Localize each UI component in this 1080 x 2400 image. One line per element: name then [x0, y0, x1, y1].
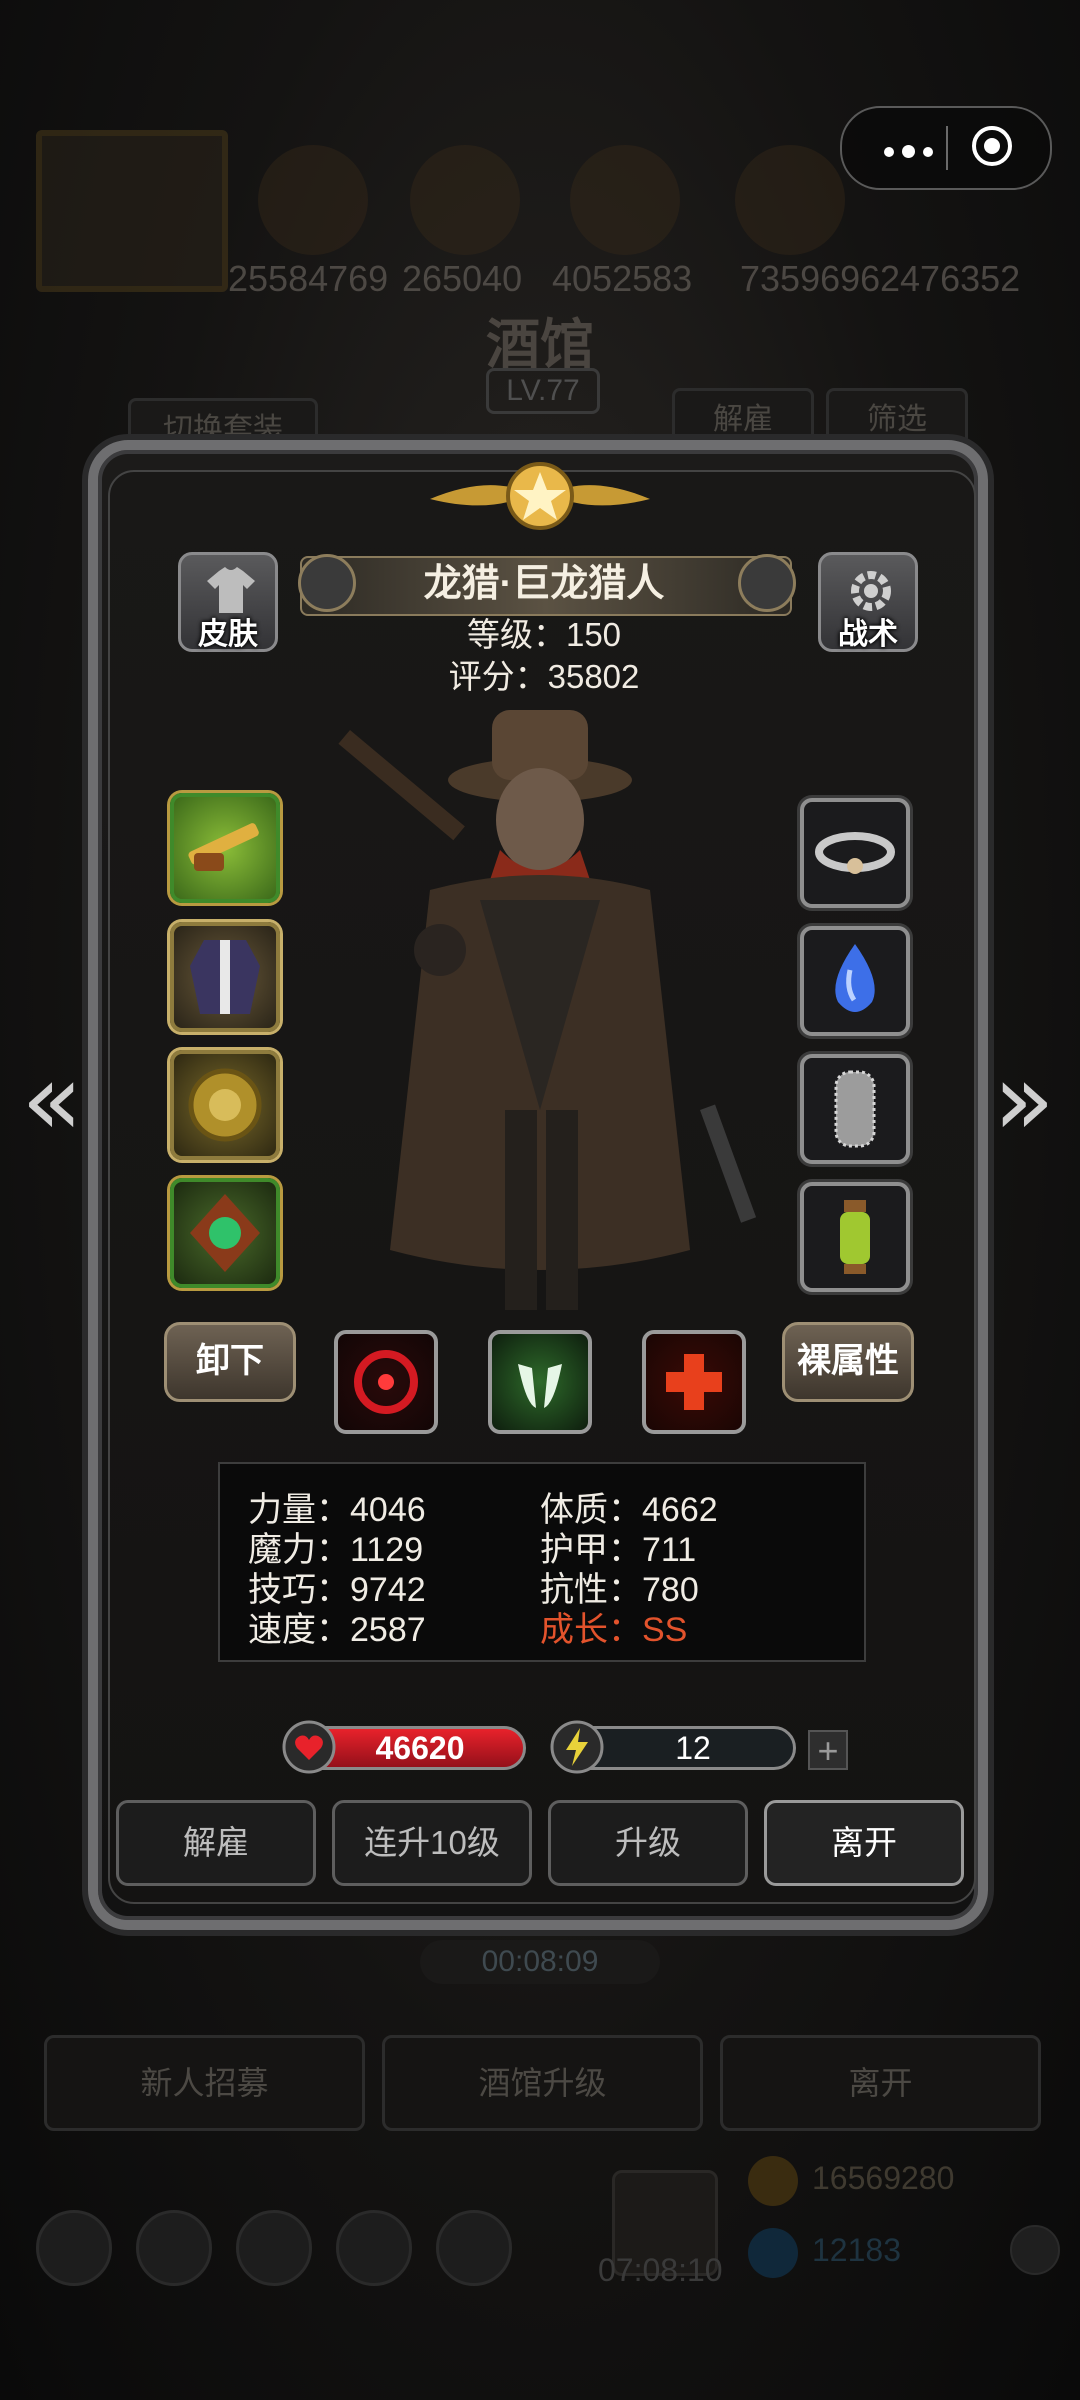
- miniprogram-capsule: [840, 106, 1052, 190]
- resource-value: 25584769: [228, 258, 389, 299]
- level-up-button[interactable]: 升级: [548, 1800, 748, 1886]
- bg-leave-button: 离开: [720, 2035, 1041, 2131]
- armor-slot[interactable]: [170, 922, 280, 1032]
- hp-value: 46620: [375, 1730, 465, 1766]
- tavern-upgrade-button: 酒馆升级: [382, 2035, 703, 2131]
- level-up-10-button[interactable]: 连升10级: [332, 1800, 532, 1886]
- green-claw-skill-icon: [518, 1364, 562, 1408]
- nav-icon: [436, 2210, 512, 2286]
- coat-armor-icon: [190, 940, 260, 1014]
- dismiss-button[interactable]: 解雇: [116, 1800, 316, 1886]
- nav-icon: [136, 2210, 212, 2286]
- hero-portrait: [338, 710, 757, 1310]
- resource-value: 2476352: [880, 258, 1021, 299]
- speed-value: 速度：2587: [248, 1611, 426, 1649]
- prev-hero-arrow-icon[interactable]: «: [12, 1045, 92, 1155]
- nav-icon: [36, 2210, 112, 2286]
- red-cross-skill-icon: [666, 1354, 722, 1410]
- energy-value: 12: [675, 1730, 711, 1766]
- add-energy-button[interactable]: +: [808, 1730, 848, 1770]
- golden-shotgun-icon: [188, 823, 259, 871]
- next-hero-arrow-icon[interactable]: »: [984, 1045, 1064, 1155]
- recruit-button: 新人招募: [44, 2035, 365, 2131]
- hero-name: 龙猎·巨龙猎人: [423, 563, 665, 605]
- skin-label: 皮肤: [198, 618, 258, 651]
- resource-icon: [258, 145, 368, 255]
- medal-slot[interactable]: [170, 1050, 280, 1160]
- close-miniprogram-icon[interactable]: [972, 126, 1012, 166]
- unequip-button[interactable]: 卸下: [164, 1322, 296, 1402]
- skill-slot-3[interactable]: [642, 1330, 746, 1434]
- growth-value: 成长：SS: [540, 1611, 688, 1649]
- blue-drop-icon: [835, 944, 875, 1012]
- more-icon[interactable]: [884, 144, 941, 162]
- resource-value: 4052583: [552, 258, 693, 299]
- amulet-slot[interactable]: [170, 1178, 280, 1288]
- nav-icon: [236, 2210, 312, 2286]
- resource-value: 265040: [402, 258, 523, 299]
- bottom-timer: 07:08:10: [598, 2252, 723, 2288]
- gem-icon: [748, 2228, 798, 2278]
- nav-icon: [336, 2210, 412, 2286]
- weapon-slot[interactable]: [170, 793, 280, 903]
- tactics-label: 战术: [838, 618, 898, 651]
- wings-emblem-icon: [430, 462, 650, 530]
- add-circle-icon: [1010, 2225, 1060, 2275]
- skill-slot-2[interactable]: [488, 1330, 592, 1434]
- player-portrait: [36, 130, 228, 292]
- gold-amount: 16569280: [812, 2160, 955, 2196]
- hero-score: 评分：35802: [448, 658, 640, 695]
- resource-icon: [735, 145, 845, 255]
- leave-button[interactable]: 离开: [764, 1800, 964, 1886]
- gold-coin-icon: [748, 2156, 798, 2206]
- skill-slot-1[interactable]: [334, 1330, 438, 1434]
- gold-medal-icon: [188, 1068, 262, 1142]
- resource-icon: [410, 145, 520, 255]
- ring-slot[interactable]: [800, 798, 910, 908]
- capsule-divider: [946, 126, 948, 170]
- lantern-icon: [840, 1200, 870, 1274]
- resource-icon: [570, 145, 680, 255]
- chainmail-icon: [834, 1070, 876, 1148]
- emerald-amulet-icon: [190, 1194, 260, 1272]
- cloud-ring-icon: [815, 832, 895, 874]
- hero-level: 等级：150: [466, 616, 622, 653]
- gem-slot[interactable]: [800, 926, 910, 1036]
- recruit-timer: 00:08:09: [420, 1940, 660, 1984]
- gem-amount: 12183: [812, 2232, 901, 2268]
- lantern-slot[interactable]: [800, 1182, 910, 1292]
- red-target-skill-icon: [354, 1350, 418, 1414]
- skin-button[interactable]: 皮肤: [178, 552, 278, 652]
- naked-attribute-button[interactable]: 裸属性: [782, 1322, 914, 1402]
- tactics-button[interactable]: 战术: [818, 552, 918, 652]
- resource-value: 7359696: [740, 258, 881, 299]
- mail-slot[interactable]: [800, 1054, 910, 1164]
- shirt-icon: [207, 567, 255, 613]
- tavern-level: LV.77: [486, 368, 600, 414]
